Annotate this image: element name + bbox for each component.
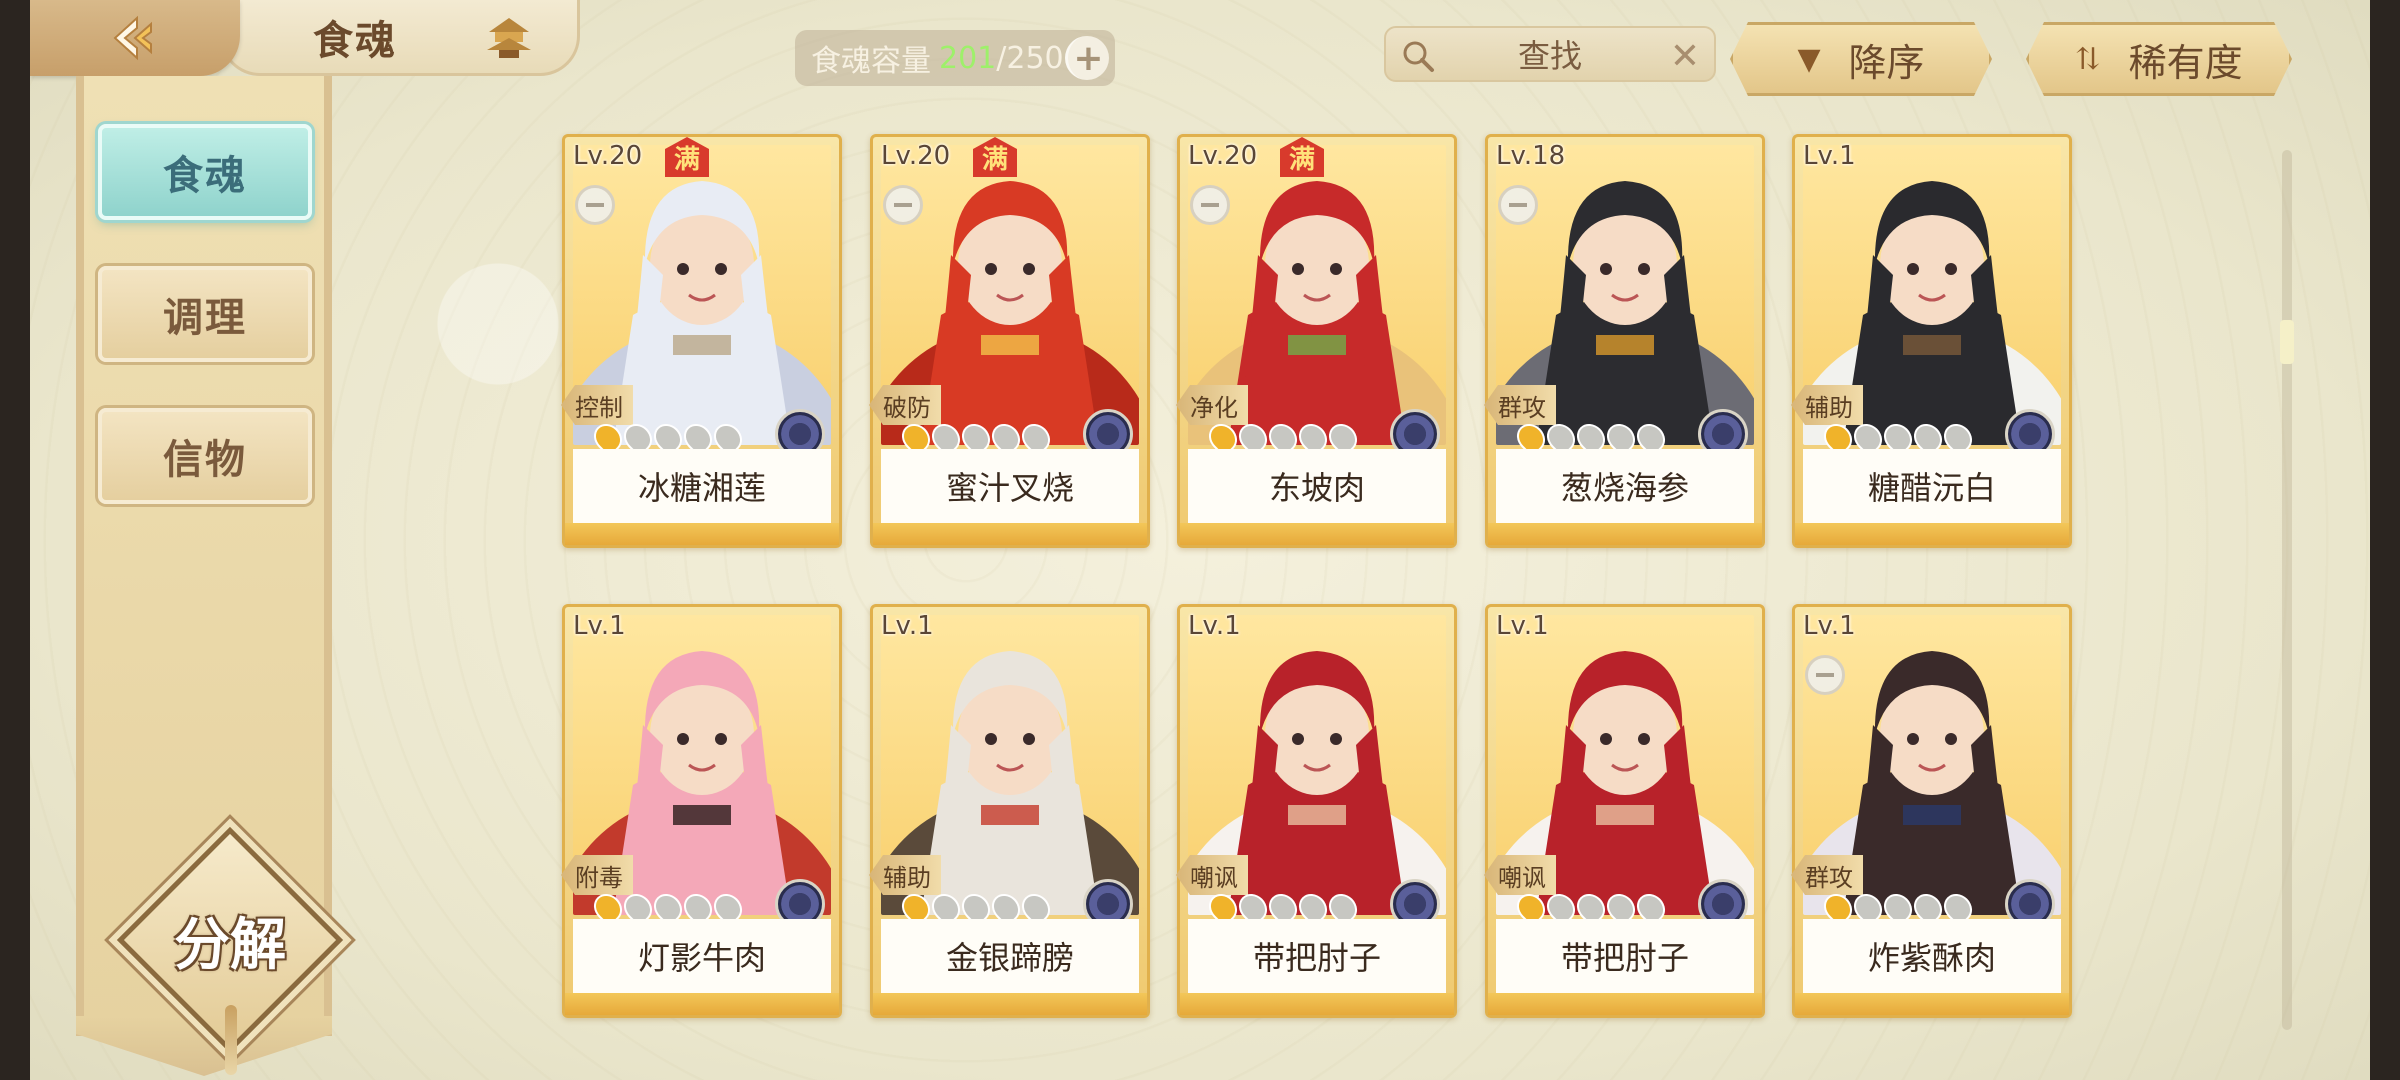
role-tag: 群攻 [1484,385,1556,425]
sort-arrows-icon: ⇅ [2075,41,2101,77]
lock-badge-icon [1805,655,1845,695]
card-name: 带把肘子 [1496,919,1754,993]
level-label: Lv.20 [881,141,951,171]
card-base-trim [1180,523,1454,545]
card-name: 炸紫酥肉 [1803,919,2061,993]
sort-rarity-label: 稀有度 [2128,40,2243,85]
card-name: 东坡肉 [1188,449,1446,523]
card-base-trim [565,523,839,545]
back-button[interactable] [30,0,240,76]
level-label: Lv.1 [573,611,626,641]
role-tag: 净化 [1176,385,1248,425]
level-label: Lv.1 [1803,611,1856,641]
role-tag: 辅助 [869,855,941,895]
card-base-trim [1180,993,1454,1015]
level-label: Lv.1 [1496,611,1549,641]
max-level-badge: 满 [665,137,709,177]
search-box[interactable]: 查找 ✕ [1384,26,1716,82]
card-name: 带把肘子 [1188,919,1446,993]
food-soul-card[interactable]: Lv.1 辅助 金银蹄膀 [869,604,1150,1018]
card-name: 冰糖湘莲 [573,449,831,523]
card-name: 糖醋沅白 [1803,449,2061,523]
food-soul-card[interactable]: Lv.1 辅助 糖醋沅白 [1791,134,2072,548]
scrollbar-thumb[interactable] [2280,320,2294,364]
role-tag: 嘲讽 [1176,855,1248,895]
role-tag: 控制 [561,385,633,425]
pagoda-icon[interactable] [485,16,533,60]
lock-badge-icon [1498,185,1538,225]
capacity-max: /250 [996,40,1064,76]
tassel-decoration [225,1005,237,1075]
triangle-down-icon: ▼ [1797,41,1821,77]
sort-order-label: 降序 [1848,40,1925,85]
level-label: Lv.1 [881,611,934,641]
card-base-trim [873,523,1147,545]
card-name: 蜜汁叉烧 [881,449,1139,523]
lock-badge-icon [883,185,923,225]
card-name: 灯影牛肉 [573,919,831,993]
level-label: Lv.18 [1496,141,1566,171]
capacity-label: 食魂容量 [811,44,931,79]
max-level-badge: 满 [1280,137,1324,177]
sort-rarity-button[interactable]: ⇅ 稀有度 [2026,22,2292,96]
tab-cooking[interactable]: 调理 [98,266,312,362]
scrollbar-track[interactable] [2282,150,2292,1030]
back-arrow-icon [113,15,152,61]
capacity-current: 201 [939,40,997,76]
capacity-display: 食魂容量 201 /250 + [795,30,1115,86]
food-soul-card[interactable]: Lv.20 满 破防 蜜汁叉烧 [869,134,1150,548]
card-base-trim [873,993,1147,1015]
tab-label: 信物 [163,436,247,483]
role-tag: 嘲讽 [1484,855,1556,895]
food-soul-card[interactable]: Lv.1 群攻 炸紫酥肉 [1791,604,2072,1018]
add-capacity-button[interactable]: + [1065,36,1109,80]
decompose-label[interactable]: 分解 [130,900,330,980]
card-base-trim [1488,993,1762,1015]
level-label: Lv.20 [1188,141,1258,171]
search-label: 查找 [1517,37,1582,75]
max-level-badge: 满 [973,137,1017,177]
level-label: Lv.1 [1188,611,1241,641]
tab-label: 调理 [163,294,247,341]
top-bar: 食魂 食魂容量 201 /250 + 查找 ✕ ▼ 降序 ⇅ 稀有度 [30,0,2370,80]
card-base-trim [565,993,839,1015]
food-soul-card[interactable]: Lv.20 满 净化 东坡肉 [1176,134,1457,548]
screen: 食魂 食魂容量 201 /250 + 查找 ✕ ▼ 降序 ⇅ 稀有度 食魂 调理… [30,0,2370,1080]
card-base-trim [1795,993,2069,1015]
clear-search-icon[interactable]: ✕ [1670,36,1700,77]
role-tag: 群攻 [1791,855,1863,895]
food-soul-card[interactable]: Lv.1 嘲讽 带把肘子 [1176,604,1457,1018]
card-base-trim [1488,523,1762,545]
tab-food-souls[interactable]: 食魂 [98,124,312,220]
level-label: Lv.1 [1803,141,1856,171]
tab-label: 食魂 [163,152,247,199]
tab-tokens[interactable]: 信物 [98,408,312,504]
page-title: 食魂 [313,16,397,64]
lock-badge-icon [1190,185,1230,225]
level-label: Lv.20 [573,141,643,171]
card-name: 金银蹄膀 [881,919,1139,993]
card-name: 葱烧海参 [1496,449,1754,523]
food-soul-card[interactable]: Lv.20 满 控制 冰糖湘莲 [561,134,842,548]
lock-badge-icon [575,185,615,225]
food-soul-card[interactable]: Lv.18 群攻 葱烧海参 [1484,134,1765,548]
card-base-trim [1795,523,2069,545]
food-soul-card[interactable]: Lv.1 附毒 灯影牛肉 [561,604,842,1018]
role-tag: 破防 [869,385,941,425]
role-tag: 辅助 [1791,385,1863,425]
role-tag: 附毒 [561,855,633,895]
sort-order-button[interactable]: ▼ 降序 [1730,22,1992,96]
food-soul-card[interactable]: Lv.1 嘲讽 带把肘子 [1484,604,1765,1018]
